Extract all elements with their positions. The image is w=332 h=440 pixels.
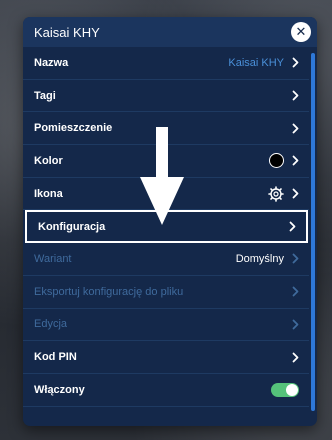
row-label: Włączony: [34, 383, 85, 396]
down-arrow-icon: [140, 127, 184, 225]
chevron-right-icon: [292, 90, 299, 101]
row-value: Domyślny: [235, 252, 284, 265]
row-wlaczony[interactable]: Włączony: [23, 374, 309, 407]
chevron-right-icon: [292, 254, 299, 264]
row-label: Konfiguracja: [38, 220, 106, 233]
row-label: Kod PIN: [34, 351, 77, 364]
chevron-right-icon: [292, 57, 299, 68]
row-label: Pomieszczenie: [34, 122, 113, 135]
enabled-toggle[interactable]: [271, 382, 299, 397]
scrollbar[interactable]: [311, 53, 315, 411]
color-circle-icon: [269, 153, 284, 169]
row-eksportuj[interactable]: Eksportuj konfigurację do pliku: [23, 276, 309, 309]
dialog-title: Kaisai KHY: [34, 24, 100, 40]
chevron-right-icon: [289, 221, 296, 232]
row-label: Tagi: [34, 89, 56, 102]
row-kod-pin[interactable]: Kod PIN: [23, 341, 309, 374]
close-button[interactable]: ✕: [291, 22, 311, 42]
row-label: Ikona: [34, 187, 63, 200]
row-value: Kaisai KHY: [228, 56, 284, 69]
close-icon: ✕: [295, 24, 307, 39]
row-label: Nazwa: [34, 56, 69, 69]
row-wariant[interactable]: Wariant Domyślny: [23, 243, 309, 276]
chevron-right-icon: [292, 319, 299, 330]
chevron-right-icon: [292, 286, 299, 297]
row-edycja[interactable]: Edycja: [23, 309, 309, 342]
row-nazwa[interactable]: Nazwa Kaisai KHY: [23, 47, 309, 80]
row-label: Eksportuj konfigurację do pliku: [34, 285, 184, 298]
row-tagi[interactable]: Tagi: [23, 80, 309, 113]
chevron-right-icon: [292, 156, 299, 166]
row-label: Wariant: [34, 252, 72, 265]
chevron-right-icon: [292, 123, 299, 134]
row-label: Kolor: [34, 154, 63, 167]
chevron-right-icon: [292, 188, 299, 199]
chevron-right-icon: [292, 352, 299, 362]
dialog-header: Kaisai KHY ✕: [23, 17, 317, 47]
row-label: Edycja: [34, 318, 68, 331]
gear-settings-icon: [268, 185, 284, 202]
